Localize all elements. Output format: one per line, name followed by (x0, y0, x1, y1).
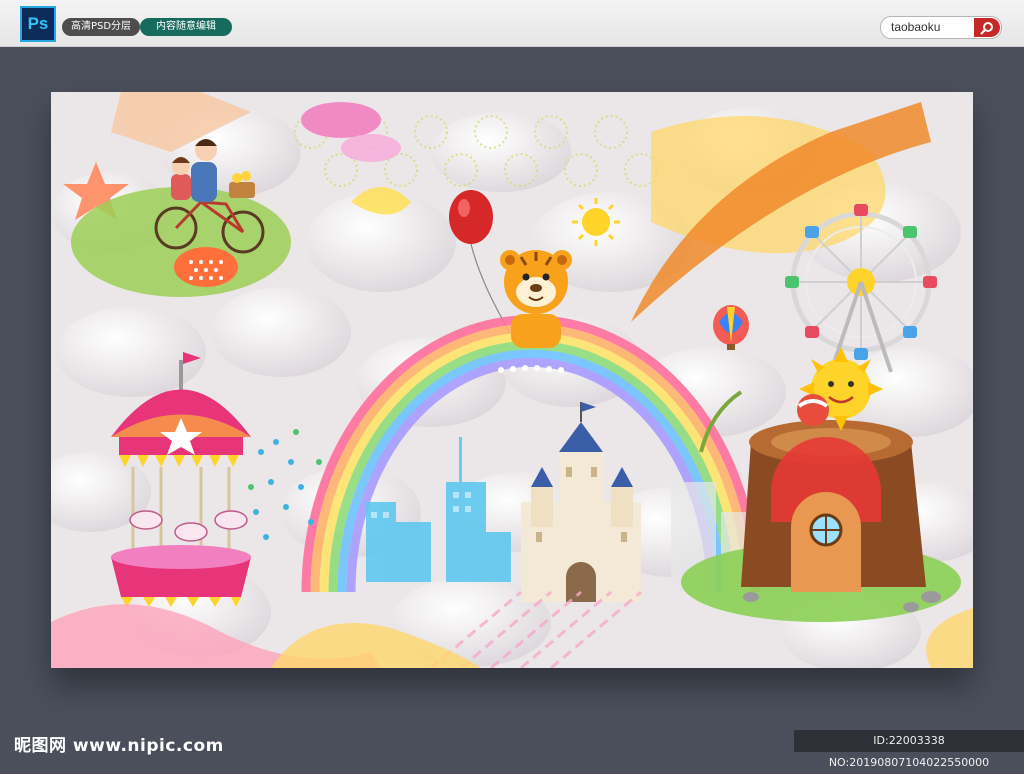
photoshop-logo-icon: Ps (20, 6, 56, 42)
artwork-canvas (51, 92, 973, 668)
green-platform (71, 187, 291, 297)
search-icon (980, 22, 993, 35)
nipic-watermark-brand: 昵图网 www.nipic.com (14, 736, 224, 756)
search-box[interactable]: taobaoku (880, 16, 1002, 39)
image-id-label: ID:22003338 NO:20190807104022550000 (794, 730, 1024, 769)
search-button[interactable] (974, 18, 1000, 37)
cartoon-park-illustration (51, 92, 973, 668)
layers-tag: 高清PSD分层 (62, 18, 140, 36)
search-input[interactable]: taobaoku (891, 20, 940, 34)
top-bar: Ps 高清PSD分层 内容随意编辑 taobaoku (0, 0, 1024, 47)
editable-tag: 内容随意编辑 (140, 18, 232, 36)
